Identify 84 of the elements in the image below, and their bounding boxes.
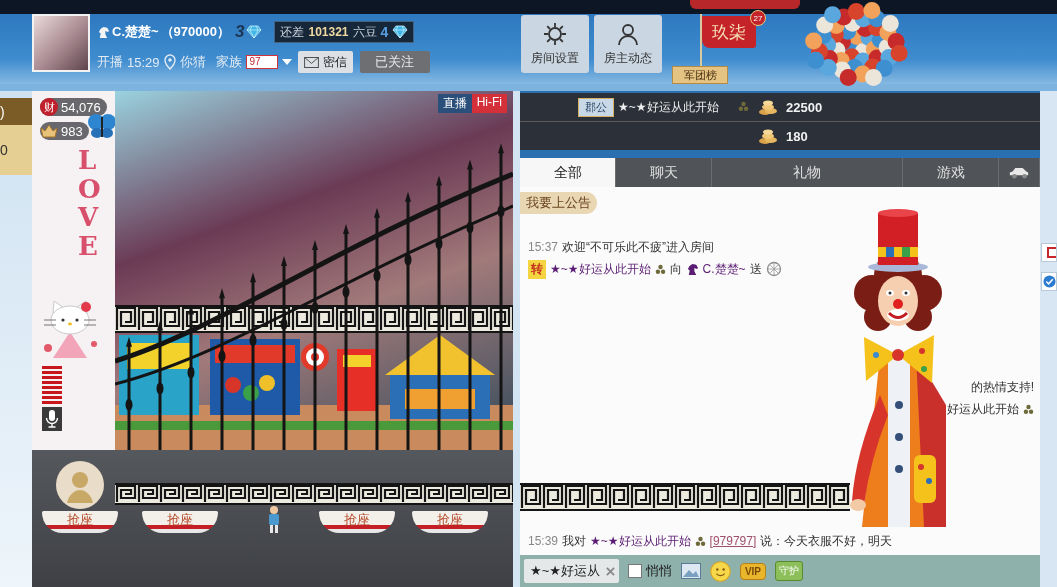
- envelope-icon: [303, 56, 319, 68]
- emoji-button[interactable]: [709, 560, 731, 582]
- trefoil-icon: [654, 263, 666, 275]
- user-name[interactable]: C.楚楚~: [702, 260, 746, 278]
- rank-amount: 180: [786, 128, 809, 144]
- follow-button[interactable]: 已关注: [359, 51, 430, 73]
- user-id-link[interactable]: [979797]: [709, 534, 757, 548]
- message-text: 的热情支持!: [970, 378, 1034, 396]
- room-toolbar-button[interactable]: 房主动态: [594, 15, 662, 73]
- whisper-label: 悄悄: [645, 562, 672, 580]
- grab-seat-button[interactable]: 抢座: [142, 511, 218, 533]
- volume-bars-icon: [42, 366, 62, 405]
- location-pin-icon: [163, 54, 176, 70]
- horse-icon: [685, 262, 699, 276]
- message-text: 说：今天衣服不好，明天: [760, 532, 893, 550]
- room-number: （970000）: [160, 23, 230, 41]
- trefoil-icon: [694, 535, 706, 547]
- next-level-number: 4: [380, 24, 389, 40]
- tooltip-unit: 六豆: [352, 23, 377, 41]
- rank-title-badge: 郡公: [578, 97, 614, 117]
- vip-button[interactable]: VIP: [739, 562, 767, 580]
- microphone-icon[interactable]: [42, 407, 62, 432]
- tooltip-text: 还差: [280, 23, 305, 41]
- butterfly-icon: [87, 113, 117, 139]
- grab-seat-button[interactable]: 抢座: [412, 511, 488, 533]
- default-avatar-icon: [56, 461, 104, 509]
- start-label: 开播: [97, 53, 123, 71]
- announcement-button[interactable]: 我要上公告: [520, 192, 597, 214]
- message-button[interactable]: 密信: [297, 51, 353, 73]
- coins-icon: [758, 98, 778, 116]
- family-badge: 97: [245, 55, 278, 69]
- whisper-checkbox[interactable]: [627, 564, 642, 578]
- love-pendant-text: LOVE: [78, 146, 102, 261]
- settings-icon: [543, 21, 567, 46]
- family-label: 家族: [215, 53, 242, 71]
- side-button[interactable]: [1041, 272, 1057, 291]
- recipient-name: ★~★好运从: [530, 562, 600, 580]
- horse-icon: [97, 25, 110, 39]
- wealth-badge: 财: [40, 98, 58, 116]
- grab-seat-button[interactable]: 抢座: [42, 511, 118, 533]
- side-tab[interactable]: 0: [0, 125, 32, 175]
- start-time: 15:29: [127, 54, 160, 70]
- diamond-icon: [246, 25, 263, 39]
- message-time: 15:39: [528, 534, 559, 548]
- user-name[interactable]: ★~★好运从此开始: [590, 532, 691, 550]
- tooltip-amount: 101321: [308, 25, 349, 39]
- check-icon: [1043, 275, 1056, 288]
- smiley-icon: [709, 560, 731, 582]
- rank-amount: 22500: [786, 99, 824, 115]
- stat-value: 54,076: [61, 99, 101, 115]
- image-icon: [680, 563, 701, 579]
- hifi-tag: Hi-Fi: [471, 94, 507, 113]
- grab-seat-button[interactable]: 抢座: [318, 511, 395, 533]
- trefoil-icon: [738, 101, 749, 112]
- level-number: 3: [235, 22, 245, 42]
- message-text: 我对: [562, 532, 587, 550]
- image-button[interactable]: [680, 563, 701, 579]
- car-icon: [1008, 166, 1030, 179]
- message-text: 向: [669, 260, 682, 278]
- tab[interactable]: 全部: [520, 158, 616, 187]
- message-text: 好运从此开始: [947, 400, 1019, 418]
- location-text: 你猜: [179, 53, 206, 71]
- close-icon[interactable]: [605, 566, 615, 576]
- caret-icon[interactable]: [281, 59, 292, 65]
- live-tag: 直播: [437, 94, 472, 113]
- coins-icon: [758, 127, 778, 145]
- recipient-chip[interactable]: ★~★好运从: [524, 559, 619, 583]
- avatar-photo-placeholder[interactable]: [32, 14, 90, 72]
- user-name[interactable]: ★~★好运从此开始: [550, 260, 651, 278]
- stat-value: 983: [61, 123, 83, 139]
- diamond-icon: [392, 25, 409, 39]
- legion-board-button[interactable]: 军团榜: [672, 66, 728, 84]
- user-name[interactable]: ★~★好运从此开始: [618, 98, 734, 116]
- person-icon: [616, 21, 640, 46]
- transfer-tag: 转: [528, 259, 546, 279]
- host-name: C.楚楚~: [112, 23, 159, 41]
- side-tab[interactable]: ): [0, 98, 32, 125]
- crown-icon: [40, 124, 58, 138]
- message-time: 15:37: [528, 240, 559, 254]
- message-text: 送: [749, 260, 762, 278]
- message-text: 欢迎“不可乐此不疲”进入房间: [562, 238, 715, 256]
- ferris-wheel-icon: [765, 261, 782, 277]
- side-button[interactable]: [1041, 243, 1057, 262]
- room-toolbar-button[interactable]: 房间设置: [521, 15, 589, 73]
